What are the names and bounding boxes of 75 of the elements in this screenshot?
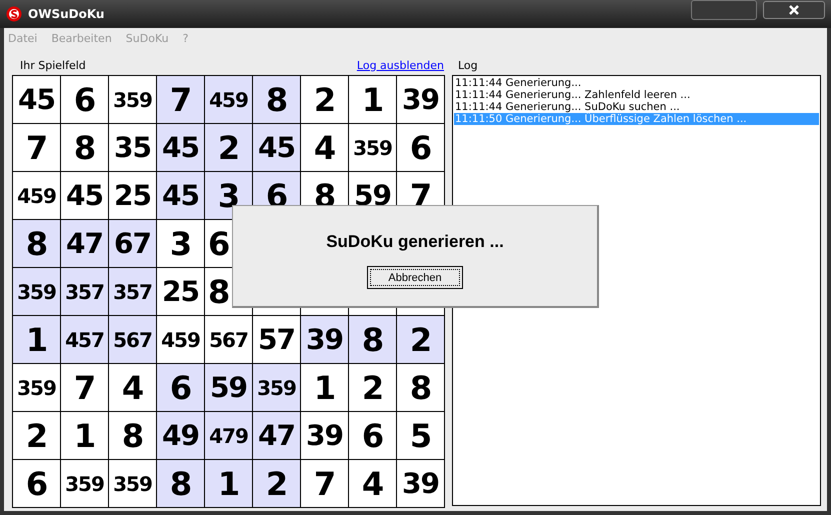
sudoku-cell[interactable]: 359 xyxy=(109,460,157,508)
sudoku-cell[interactable]: 45 xyxy=(13,76,61,124)
sudoku-cell[interactable]: 7 xyxy=(13,124,61,172)
sudoku-cell[interactable]: 359 xyxy=(349,124,397,172)
sudoku-cell[interactable]: 5 xyxy=(397,412,445,460)
sudoku-cell[interactable]: 459 xyxy=(13,172,61,220)
sudoku-cell[interactable]: 2 xyxy=(301,76,349,124)
sudoku-cell[interactable]: 479 xyxy=(205,412,253,460)
sudoku-cell[interactable]: 8 xyxy=(13,220,61,268)
board-label: Ihr Spielfeld xyxy=(20,58,86,72)
log-label: Log xyxy=(458,58,478,72)
log-entry[interactable]: 11:11:44 Generierung... Zahlenfeld leeren ... xyxy=(454,89,819,101)
sudoku-cell[interactable]: 6 xyxy=(61,76,109,124)
sudoku-cell[interactable]: 7 xyxy=(301,460,349,508)
window-title: OWSuDoKu xyxy=(28,7,104,21)
sudoku-cell[interactable]: 59 xyxy=(205,364,253,412)
sudoku-cell[interactable]: 45 xyxy=(61,172,109,220)
sudoku-cell[interactable]: 6 xyxy=(349,412,397,460)
sudoku-cell[interactable]: 567 xyxy=(205,316,253,364)
sudoku-cell[interactable]: 39 xyxy=(397,460,445,508)
sudoku-cell[interactable]: 6 xyxy=(397,124,445,172)
dialog-message: SuDoKu generieren ... xyxy=(326,232,504,252)
sudoku-cell[interactable]: 567 xyxy=(109,316,157,364)
sudoku-cell[interactable]: 8 xyxy=(61,124,109,172)
sudoku-cell[interactable]: 2 xyxy=(253,460,301,508)
sudoku-cell[interactable]: 49 xyxy=(157,412,205,460)
sudoku-cell[interactable]: 35 xyxy=(109,124,157,172)
sudoku-cell[interactable]: 67 xyxy=(109,220,157,268)
cancel-button[interactable]: Abbrechen xyxy=(367,266,463,289)
sudoku-cell[interactable]: 4 xyxy=(109,364,157,412)
sudoku-cell[interactable]: 39 xyxy=(301,316,349,364)
sudoku-cell[interactable]: 2 xyxy=(13,412,61,460)
log-entry[interactable]: 11:11:44 Generierung... xyxy=(454,77,819,89)
sudoku-cell[interactable]: 1 xyxy=(61,412,109,460)
sudoku-cell[interactable]: 47 xyxy=(61,220,109,268)
sudoku-cell[interactable]: 3 xyxy=(157,220,205,268)
sudoku-cell[interactable]: 4 xyxy=(301,124,349,172)
sudoku-cell[interactable]: 45 xyxy=(253,124,301,172)
sudoku-cell[interactable]: 1 xyxy=(13,316,61,364)
sudoku-cell[interactable]: 359 xyxy=(13,364,61,412)
log-entry[interactable]: 11:11:44 Generierung... SuDoKu suchen ... xyxy=(454,101,819,113)
sudoku-cell[interactable]: 45 xyxy=(157,172,205,220)
sudoku-cell[interactable]: 39 xyxy=(397,76,445,124)
sudoku-cell[interactable]: 6 xyxy=(13,460,61,508)
sudoku-cell[interactable]: 45 xyxy=(157,124,205,172)
sudoku-cell[interactable]: 8 xyxy=(397,364,445,412)
hide-log-link[interactable]: Log ausblenden xyxy=(356,58,444,72)
sudoku-cell[interactable]: 25 xyxy=(157,268,205,316)
sudoku-cell[interactable]: 8 xyxy=(109,412,157,460)
sudoku-cell[interactable]: 1 xyxy=(349,76,397,124)
sudoku-cell[interactable]: 7 xyxy=(157,76,205,124)
sudoku-cell[interactable]: 39 xyxy=(301,412,349,460)
sudoku-cell[interactable]: 2 xyxy=(349,364,397,412)
sudoku-cell[interactable]: 359 xyxy=(109,76,157,124)
sudoku-cell[interactable]: 357 xyxy=(109,268,157,316)
sudoku-cell[interactable]: 359 xyxy=(253,364,301,412)
sudoku-cell[interactable]: 359 xyxy=(61,460,109,508)
sudoku-cell[interactable]: 25 xyxy=(109,172,157,220)
sudoku-cell[interactable]: 1 xyxy=(301,364,349,412)
sudoku-cell[interactable]: 6 xyxy=(157,364,205,412)
sudoku-cell[interactable]: 359 xyxy=(13,268,61,316)
sudoku-cell[interactable]: 2 xyxy=(397,316,445,364)
sudoku-cell[interactable]: 457 xyxy=(61,316,109,364)
sudoku-cell[interactable]: 57 xyxy=(253,316,301,364)
sudoku-cell[interactable]: 1 xyxy=(205,460,253,508)
sudoku-cell[interactable]: 47 xyxy=(253,412,301,460)
sudoku-cell[interactable]: 4 xyxy=(349,460,397,508)
sudoku-cell[interactable]: 8 xyxy=(157,460,205,508)
sudoku-cell[interactable]: 7 xyxy=(61,364,109,412)
sudoku-cell[interactable]: 459 xyxy=(157,316,205,364)
sudoku-cell[interactable]: 459 xyxy=(205,76,253,124)
sudoku-cell[interactable]: 8 xyxy=(349,316,397,364)
sudoku-cell[interactable]: 8 xyxy=(253,76,301,124)
sudoku-cell[interactable]: 357 xyxy=(61,268,109,316)
sudoku-cell[interactable]: 2 xyxy=(205,124,253,172)
